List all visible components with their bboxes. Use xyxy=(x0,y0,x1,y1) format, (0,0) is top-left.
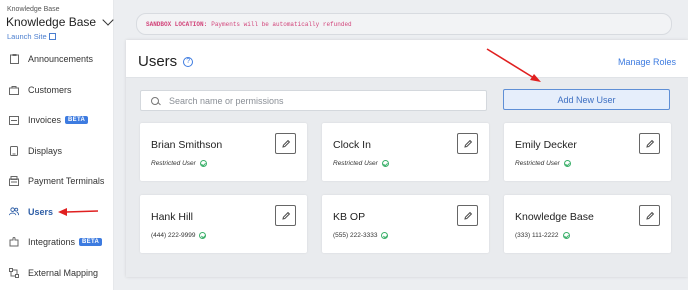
page-title: Users ? xyxy=(138,53,194,70)
puzzle-icon xyxy=(9,237,19,247)
user-card[interactable]: KB OP (555) 222-3333 xyxy=(322,195,489,253)
help-icon[interactable]: ? xyxy=(183,56,194,67)
user-card[interactable]: Brian Smithson Restricted User xyxy=(140,123,307,181)
user-card[interactable]: Emily Decker Restricted User xyxy=(504,123,671,181)
sidebar-item-payment-terminals[interactable]: Payment Terminals xyxy=(0,166,114,197)
user-name: Hank Hill xyxy=(151,211,194,223)
pencil-icon xyxy=(281,211,290,220)
check-circle-icon xyxy=(562,232,570,239)
panel-header: Users ? Manage Roles xyxy=(126,40,688,78)
beta-badge: BETA xyxy=(79,238,103,247)
invoice-icon xyxy=(9,115,19,125)
sidebar-item-label: Invoices xyxy=(28,115,62,126)
sidebar-item-label: External Mapping xyxy=(28,267,99,278)
user-role-text: Restricted User xyxy=(151,160,196,167)
chevron-down-icon xyxy=(102,14,114,26)
users-icon xyxy=(9,207,19,217)
user-role-text: Restricted User xyxy=(515,160,560,167)
search-input[interactable]: Search name or permissions xyxy=(140,90,487,111)
edit-button[interactable] xyxy=(457,205,478,226)
clipboard-icon xyxy=(9,54,19,65)
user-phone-text: (555) 222-3333 xyxy=(333,232,378,239)
user-phone: (555) 222-3333 xyxy=(333,232,389,239)
user-name: Clock In xyxy=(333,139,371,151)
pencil-icon xyxy=(645,139,654,148)
user-phone: (444) 222-9999 xyxy=(151,232,207,239)
launch-site-link[interactable]: Launch Site xyxy=(7,32,56,41)
add-new-user-button[interactable]: Add New User xyxy=(503,89,670,110)
org-label: Knowledge Base xyxy=(7,6,60,13)
bag-icon xyxy=(9,85,19,95)
check-circle-icon xyxy=(199,160,207,167)
sidebar-item-label: Payment Terminals xyxy=(28,176,105,187)
main-content: SANDBOX LOCATION: Payments will be autom… xyxy=(114,0,688,290)
launch-site-label: Launch Site xyxy=(7,32,47,41)
users-panel: Users ? Manage Roles Search name or perm… xyxy=(126,40,688,277)
beta-badge: BETA xyxy=(65,116,89,125)
sidebar-item-customers[interactable]: Customers xyxy=(0,75,114,106)
user-name: KB OP xyxy=(333,211,366,223)
org-name: Knowledge Base xyxy=(6,15,97,29)
pencil-icon xyxy=(645,211,654,220)
edit-button[interactable] xyxy=(457,133,478,154)
sidebar-item-users[interactable]: Users xyxy=(0,197,114,228)
sandbox-label: SANDBOX LOCATION: xyxy=(146,20,208,28)
sidebar-nav: Announcements Customers Invoices BETA Di… xyxy=(0,44,114,288)
user-role: Restricted User xyxy=(151,160,207,167)
user-role: Restricted User xyxy=(333,160,389,167)
user-name: Knowledge Base xyxy=(515,211,594,223)
user-name: Emily Decker xyxy=(515,139,577,151)
pencil-icon xyxy=(463,211,472,220)
org-switcher[interactable]: Knowledge Base xyxy=(6,14,114,29)
user-phone-text: (333) 111-2222 xyxy=(515,232,559,239)
sidebar-item-label: Displays xyxy=(28,145,63,156)
sandbox-message: Payments will be automatically refunded xyxy=(211,20,352,28)
user-role-text: Restricted User xyxy=(333,160,378,167)
tablet-icon xyxy=(9,145,19,156)
sidebar-item-label: Integrations xyxy=(28,237,76,248)
external-link-icon xyxy=(48,33,56,40)
sidebar-item-external-mapping[interactable]: External Mapping xyxy=(0,258,114,289)
user-card[interactable]: Hank Hill (444) 222-9999 xyxy=(140,195,307,253)
search-placeholder: Search name or permissions xyxy=(169,95,284,106)
user-card[interactable]: Knowledge Base (333) 111-2222 xyxy=(504,195,671,253)
user-role: Restricted User xyxy=(515,160,571,167)
user-phone: (333) 111-2222 xyxy=(515,232,570,239)
sidebar-item-label: Customers xyxy=(28,84,72,95)
sidebar-item-label: Announcements xyxy=(28,54,94,65)
sidebar-item-invoices[interactable]: Invoices BETA xyxy=(0,105,114,136)
pencil-icon xyxy=(281,139,290,148)
terminal-icon xyxy=(9,176,19,187)
user-name: Brian Smithson xyxy=(151,139,223,151)
edit-button[interactable] xyxy=(639,205,660,226)
mapping-icon xyxy=(9,267,19,278)
edit-button[interactable] xyxy=(275,133,296,154)
edit-button[interactable] xyxy=(639,133,660,154)
sidebar-item-announcements[interactable]: Announcements xyxy=(0,44,114,75)
pencil-icon xyxy=(463,139,472,148)
sidebar: Knowledge Base Knowledge Base Launch Sit… xyxy=(0,0,114,290)
page-title-text: Users xyxy=(138,53,178,70)
sandbox-banner: SANDBOX LOCATION: Payments will be autom… xyxy=(136,13,672,35)
check-circle-icon xyxy=(563,160,571,167)
sidebar-item-displays[interactable]: Displays xyxy=(0,136,114,167)
check-circle-icon xyxy=(199,232,207,239)
user-card[interactable]: Clock In Restricted User xyxy=(322,123,489,181)
manage-roles-link[interactable]: Manage Roles xyxy=(618,57,676,67)
sidebar-item-integrations[interactable]: Integrations BETA xyxy=(0,227,114,258)
search-icon xyxy=(151,96,159,105)
sidebar-item-label: Users xyxy=(28,206,54,217)
check-circle-icon xyxy=(381,160,389,167)
check-circle-icon xyxy=(381,232,389,239)
edit-button[interactable] xyxy=(275,205,296,226)
user-phone-text: (444) 222-9999 xyxy=(151,232,196,239)
